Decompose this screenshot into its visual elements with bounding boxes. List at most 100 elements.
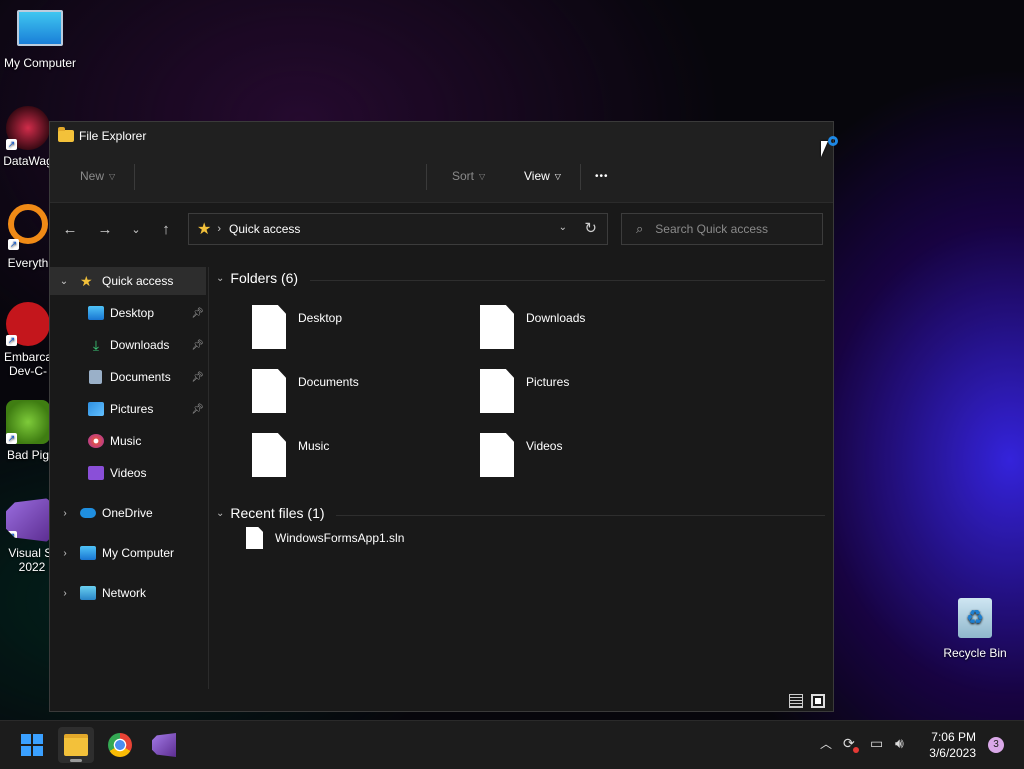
sidebar-item-onedrive[interactable]: › OneDrive xyxy=(50,499,206,527)
taskbar-chrome[interactable] xyxy=(102,727,138,763)
folders-group-title: Folders (6) xyxy=(230,270,299,286)
chevron-right-icon[interactable]: › xyxy=(59,548,71,559)
shortcut-arrow-icon: ↗ xyxy=(6,139,17,150)
recent-file-item[interactable]: WindowsFormsApp1.sln xyxy=(246,527,404,549)
visual-studio-icon: ↗ xyxy=(6,498,50,542)
recent-files-group-header[interactable]: ⌄ Recent files (1) xyxy=(216,505,325,521)
pin-icon[interactable]: 📌︎ xyxy=(191,372,204,383)
folders-group-header[interactable]: ⌄ Folders (6) xyxy=(216,270,298,286)
folder-tile-videos[interactable]: Videos xyxy=(480,433,700,483)
folder-tile-music[interactable]: Music xyxy=(252,433,472,483)
chevron-right-icon[interactable]: › xyxy=(59,588,71,599)
devcpp-icon: ↗ xyxy=(6,302,50,346)
sidebar-item-label: Documents xyxy=(110,370,171,384)
windows-logo-icon xyxy=(21,734,43,756)
start-button[interactable] xyxy=(14,727,50,763)
network-icon xyxy=(80,586,96,600)
more-options-button[interactable]: ••• xyxy=(595,150,609,202)
datawag-icon: ↗ xyxy=(6,106,50,150)
arrow-up-icon: ↑ xyxy=(162,221,170,238)
pin-icon[interactable]: 📌︎ xyxy=(191,308,204,319)
breadcrumb-quick-access[interactable]: Quick access xyxy=(229,222,300,236)
view-button[interactable]: View ▽ xyxy=(524,150,561,202)
refresh-icon[interactable]: ↻ xyxy=(584,219,597,237)
sidebar-item-pictures[interactable]: Pictures 📌︎ xyxy=(50,395,206,423)
folder-icon xyxy=(480,433,514,477)
window-title: File Explorer xyxy=(79,129,147,143)
desktop-icon-recycle-bin[interactable]: ♻ Recycle Bin xyxy=(935,598,1015,660)
search-input[interactable] xyxy=(653,221,808,237)
visual-studio-icon xyxy=(152,733,176,757)
title-bar[interactable]: File Explorer xyxy=(50,122,833,150)
desktop-icon-label: Recycle Bin xyxy=(943,646,1007,660)
chevron-down-icon: ⌄ xyxy=(216,272,225,284)
clock-time: 7:06 PM xyxy=(931,730,976,744)
folder-icon xyxy=(64,734,88,756)
sidebar-item-documents[interactable]: Documents 📌︎ xyxy=(50,363,206,391)
sidebar-item-videos[interactable]: Videos xyxy=(50,459,206,487)
forward-button[interactable]: → xyxy=(93,219,117,241)
search-box[interactable]: ⌕ xyxy=(621,213,823,245)
chevron-right-icon[interactable]: › xyxy=(59,508,71,519)
pin-icon[interactable]: 📌︎ xyxy=(191,340,204,351)
large-icons-view-icon[interactable] xyxy=(811,694,825,708)
folder-tile-downloads[interactable]: Downloads xyxy=(480,305,700,355)
sidebar-item-desktop[interactable]: Desktop 📌︎ xyxy=(50,299,206,327)
notification-badge[interactable]: 3 xyxy=(988,737,1004,753)
network-icon[interactable]: ▭ xyxy=(870,735,883,752)
chevron-down-icon[interactable]: ⌄ xyxy=(58,276,70,287)
sidebar-item-label: Music xyxy=(110,434,142,448)
address-bar[interactable]: ★ › Quick access ⌄ ↻ xyxy=(188,213,608,245)
sidebar-item-label: My Computer xyxy=(102,546,175,560)
up-button[interactable]: ↑ xyxy=(154,219,178,241)
monitor-icon xyxy=(17,10,63,46)
pin-icon[interactable]: 📌︎ xyxy=(191,404,204,415)
recent-files-group-title: Recent files (1) xyxy=(230,505,325,521)
sidebar-item-downloads[interactable]: ⤓ Downloads 📌︎ xyxy=(50,331,206,359)
taskbar-file-explorer[interactable] xyxy=(58,727,94,763)
sidebar-item-music[interactable]: Music xyxy=(50,427,206,455)
folder-label: Music xyxy=(298,439,330,453)
folder-label: Downloads xyxy=(526,311,586,325)
folder-label: Pictures xyxy=(526,375,570,389)
chevron-down-icon: ⌄ xyxy=(131,224,141,236)
recent-locations-button[interactable]: ⌄ xyxy=(124,219,148,241)
system-clock[interactable]: 7:06 PM 3/6/2023 xyxy=(929,729,976,761)
chevron-down-icon: ▽ xyxy=(554,171,561,181)
sidebar-item-network[interactable]: › Network xyxy=(50,579,206,607)
chevron-down-icon: ▽ xyxy=(109,171,116,181)
shortcut-arrow-icon: ↗ xyxy=(6,335,17,346)
recent-file-label: WindowsFormsApp1.sln xyxy=(275,531,405,545)
folder-tile-documents[interactable]: Documents xyxy=(252,369,472,419)
folder-icon xyxy=(58,127,74,142)
magnifier-icon: ↗ xyxy=(8,204,48,250)
shortcut-arrow-icon: ↗ xyxy=(8,239,19,250)
desktop-icon-my-computer[interactable]: My Computer xyxy=(0,10,80,70)
chevron-down-icon: ⌄ xyxy=(216,507,225,519)
toolbar-divider xyxy=(134,164,135,190)
folder-tile-pictures[interactable]: Pictures xyxy=(480,369,700,419)
folder-tile-desktop[interactable]: Desktop xyxy=(252,305,472,355)
sort-button[interactable]: Sort ▽ xyxy=(452,150,485,202)
folder-icon xyxy=(252,369,286,413)
document-icon xyxy=(89,370,102,384)
videos-icon xyxy=(88,466,104,480)
new-button-label: New xyxy=(80,169,105,183)
sidebar-item-quick-access[interactable]: ⌄ ★ Quick access xyxy=(50,267,206,295)
sort-button-label: Sort xyxy=(452,169,475,183)
sidebar-item-my-computer[interactable]: › My Computer xyxy=(50,539,206,567)
arrow-left-icon: ← xyxy=(62,221,78,238)
back-button[interactable]: ← xyxy=(58,219,82,241)
new-button[interactable]: New ▽ xyxy=(80,150,115,202)
taskbar-visual-studio[interactable] xyxy=(146,727,182,763)
sidebar-item-label: Videos xyxy=(110,466,147,480)
busy-spinner-icon xyxy=(828,136,838,146)
details-view-icon[interactable] xyxy=(789,694,803,708)
content-pane: ⌄ Folders (6) Desktop Downloads Document… xyxy=(210,257,833,689)
address-dropdown-icon[interactable]: ⌄ xyxy=(559,222,567,233)
volume-icon[interactable]: 🔊︎ xyxy=(895,735,904,752)
cloud-icon xyxy=(80,508,96,518)
chevron-up-icon[interactable]: ︿ xyxy=(820,735,832,752)
search-icon: ⌕ xyxy=(636,221,644,236)
mouse-cursor-icon xyxy=(821,141,828,157)
